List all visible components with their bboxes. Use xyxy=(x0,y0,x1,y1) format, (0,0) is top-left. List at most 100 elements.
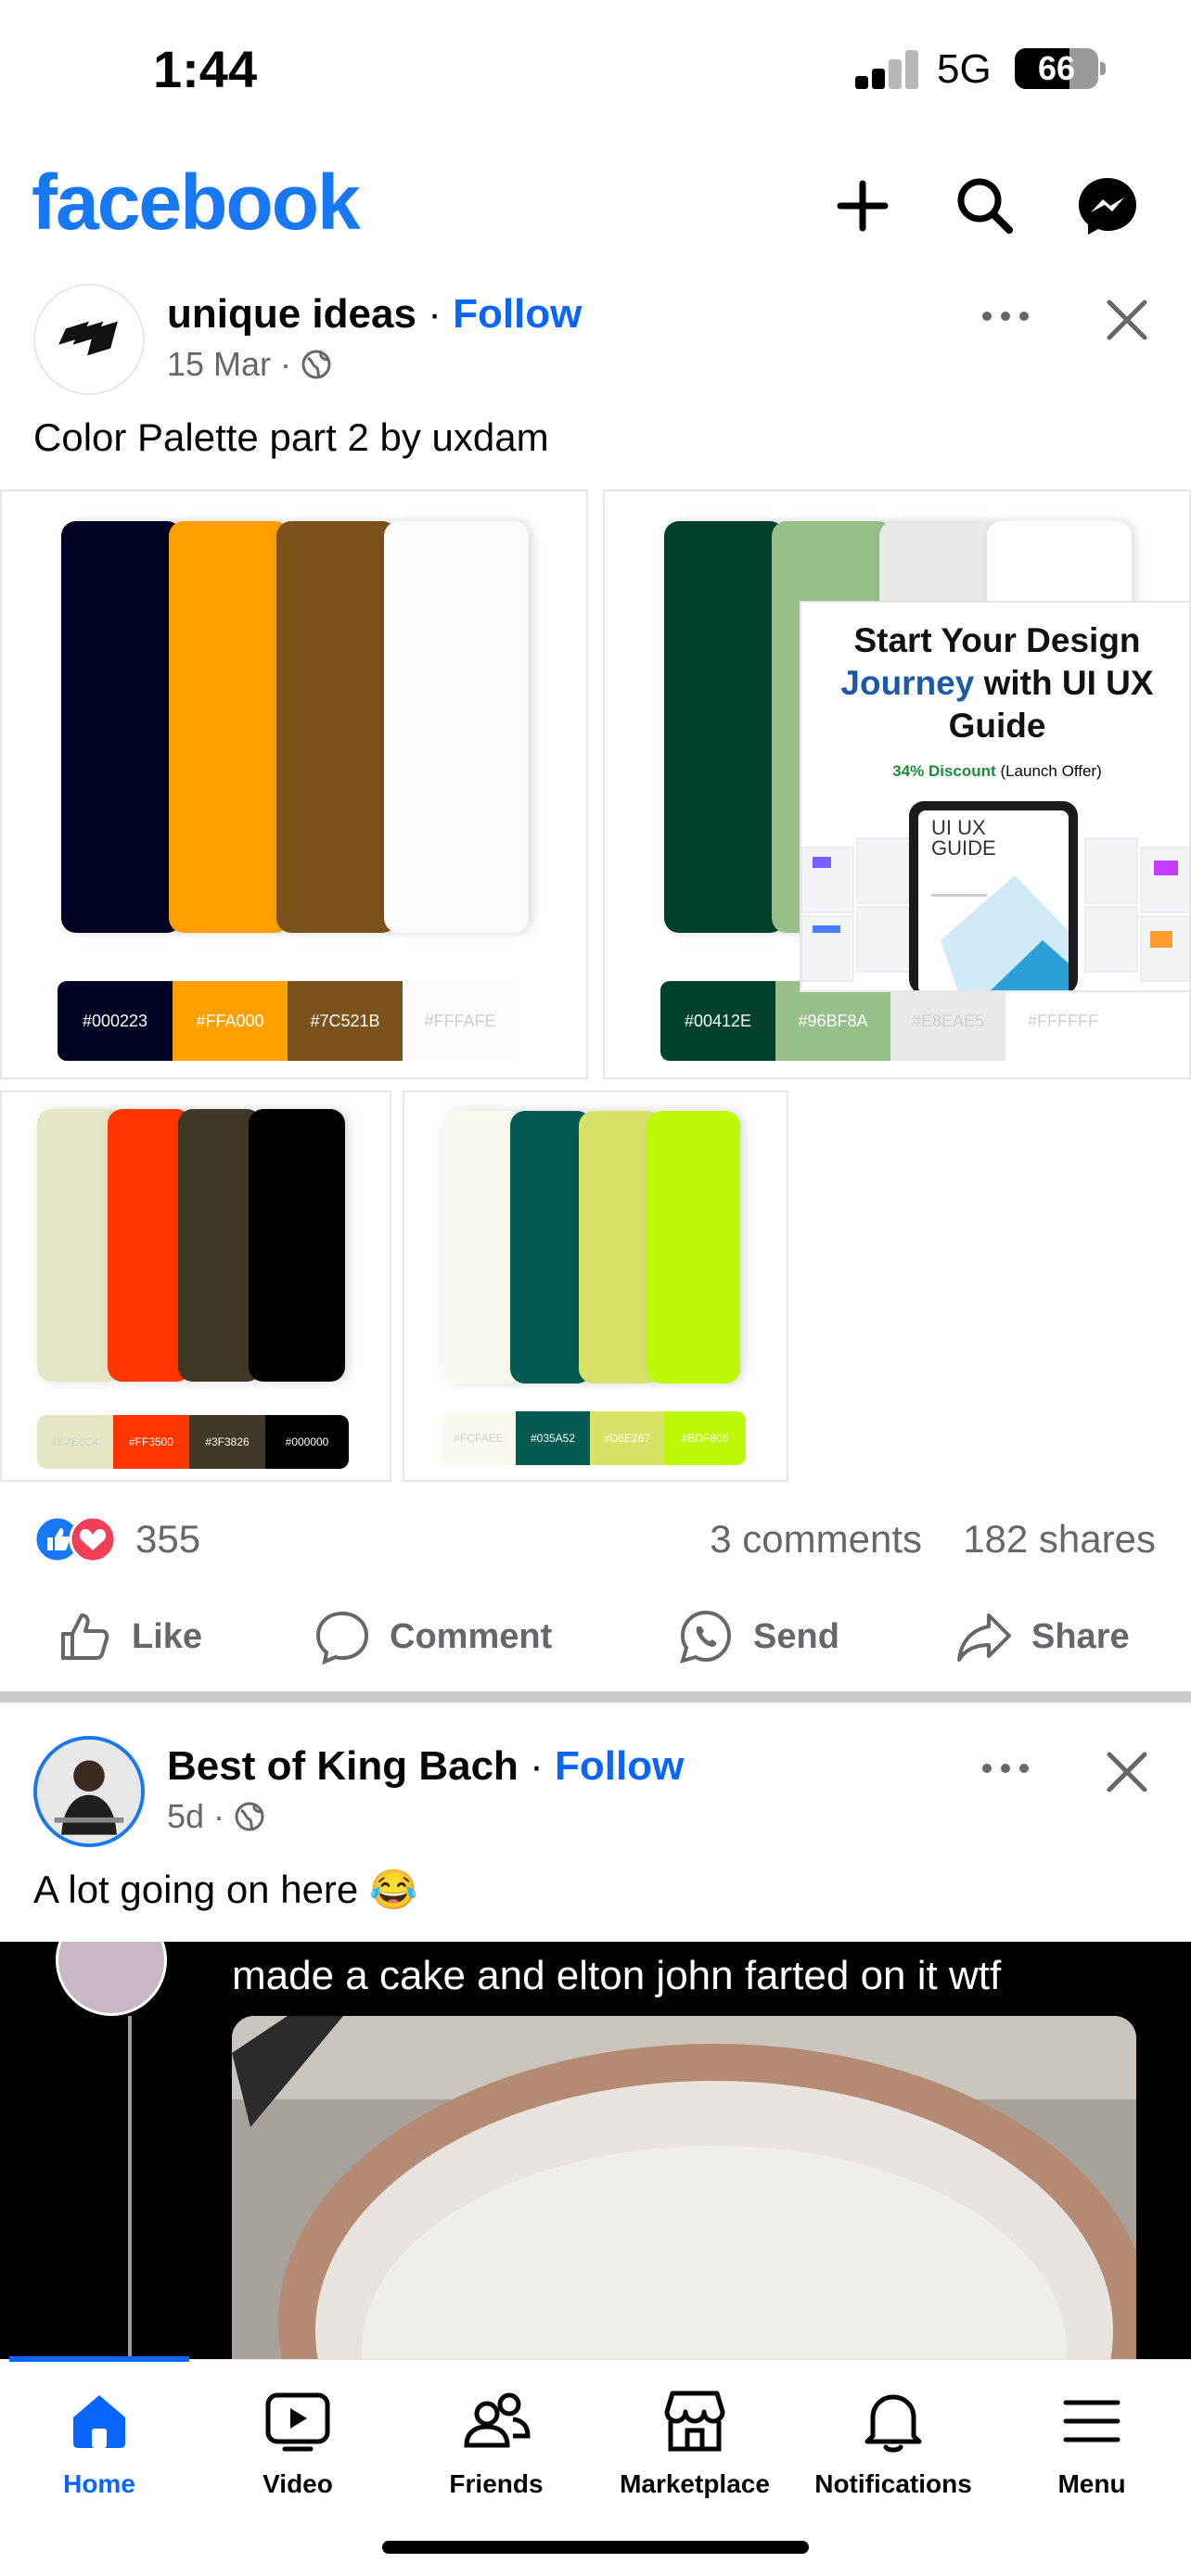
like-icon xyxy=(61,1613,109,1660)
facebook-logo[interactable]: facebook xyxy=(32,158,361,248)
marketplace-icon xyxy=(664,2391,725,2452)
ad-discount-value: 34% Discount xyxy=(892,762,996,780)
color-code: #000223 xyxy=(58,981,173,1061)
ad-title-highlight: Journey xyxy=(840,664,975,702)
ad-title-line3: Guide xyxy=(948,707,1046,745)
palette-bar xyxy=(647,1111,740,1384)
messenger-icon[interactable] xyxy=(1070,169,1145,243)
post-meta: 15 Mar · xyxy=(167,345,332,384)
reactions-icon[interactable] xyxy=(33,1515,126,1563)
like-button[interactable]: Like xyxy=(56,1595,202,1678)
tab-home[interactable]: Home xyxy=(0,2386,198,2516)
unique-ideas-logo-icon xyxy=(58,321,118,356)
meta-dot: · xyxy=(213,1797,225,1835)
follow-button[interactable]: Follow xyxy=(453,291,582,337)
post-header: Best of King Bach · Follow 5d · xyxy=(0,1736,1191,1856)
status-time: 1:44 xyxy=(153,40,258,98)
reaction-count[interactable]: 355 xyxy=(135,1517,200,1562)
battery-icon: 66 xyxy=(1015,48,1098,89)
send-label: Send xyxy=(753,1616,839,1656)
color-code: #00412E xyxy=(660,981,775,1061)
active-tab-indicator xyxy=(9,2356,189,2362)
video-frame xyxy=(232,2016,1136,2359)
ui-ux-guide-ad-tile[interactable]: Start Your Design Journey with UI UX Gui… xyxy=(800,601,1191,992)
close-icon[interactable] xyxy=(1100,1745,1154,1799)
share-icon xyxy=(957,1613,1011,1662)
globe-icon xyxy=(301,350,331,379)
tab-marketplace[interactable]: Marketplace xyxy=(596,2386,794,2516)
network-type: 5G xyxy=(937,46,992,92)
ad-title-rest: with UI UX xyxy=(974,664,1154,702)
plus-icon[interactable] xyxy=(826,169,900,243)
color-code: #E8EAE5 xyxy=(890,981,1005,1061)
tab-notifications[interactable]: Notifications xyxy=(794,2386,992,2516)
more-options-icon[interactable] xyxy=(978,302,1033,330)
color-code: #D8E267 xyxy=(590,1411,664,1465)
home-indicator[interactable] xyxy=(382,2541,809,2554)
post-author[interactable]: Best of King Bach xyxy=(167,1743,519,1789)
palette-codes: #000223 #FFA000 #7C521B #FFFAFE xyxy=(58,981,518,1061)
palette-tile[interactable]: #E7E6C4 #FF3500 #3F3826 #000000 xyxy=(0,1090,391,1482)
post-caption: A lot going on here 😂 xyxy=(33,1868,418,1911)
tab-menu[interactable]: Menu xyxy=(992,2386,1191,2516)
post-date[interactable]: 5d xyxy=(167,1797,204,1836)
color-code: #FF3500 xyxy=(113,1415,189,1469)
shares-count[interactable]: 182 shares xyxy=(963,1517,1156,1562)
color-code: #FFA000 xyxy=(173,981,288,1061)
avatar[interactable] xyxy=(33,1736,145,1847)
color-code: #7C521B xyxy=(288,981,403,1061)
more-options-icon[interactable] xyxy=(978,1754,1033,1782)
color-code: #FFFAFE xyxy=(403,981,518,1061)
guide-pages-illustration xyxy=(801,801,1189,990)
meta-dot: · xyxy=(280,345,292,383)
color-code: #000000 xyxy=(265,1415,349,1469)
post-author-line: Best of King Bach · Follow xyxy=(167,1743,684,1790)
comments-count[interactable]: 3 comments xyxy=(710,1517,922,1562)
tab-video[interactable]: Video xyxy=(198,2386,397,2516)
palette-bars xyxy=(61,521,529,933)
post-date[interactable]: 15 Mar xyxy=(167,345,271,384)
ad-title-line2: Journey with UI UX xyxy=(801,662,1189,705)
tab-friends[interactable]: Friends xyxy=(397,2386,596,2516)
tablet-title-line2: GUIDE xyxy=(931,836,996,860)
palette-bar xyxy=(384,521,529,933)
friends-icon xyxy=(464,2392,531,2448)
color-code: #E7E6C4 xyxy=(37,1415,113,1469)
tablet-title: UI UX GUIDE xyxy=(931,818,996,859)
tab-label: Home xyxy=(63,2469,135,2498)
tab-label: Marketplace xyxy=(620,2469,770,2498)
whatsapp-icon xyxy=(680,1610,732,1664)
palette-codes: #E7E6C4 #FF3500 #3F3826 #000000 xyxy=(37,1415,349,1469)
post-caption: Color Palette part 2 by uxdam xyxy=(33,415,549,459)
color-code: #96BF8A xyxy=(775,981,890,1061)
reactions-bar: 355 3 comments 182 shares xyxy=(0,1502,1191,1576)
color-code: #BDF806 xyxy=(664,1411,746,1465)
post-header: unique ideas · Follow 15 Mar · xyxy=(0,284,1191,404)
tablet-title-line1: UI UX xyxy=(931,816,986,839)
color-code: #FCFAEE xyxy=(442,1411,516,1465)
palette-tile[interactable]: #000223 #FFA000 #7C521B #FFFAFE xyxy=(0,490,588,1079)
send-button[interactable]: Send xyxy=(677,1595,839,1678)
post-author-line: unique ideas · Follow xyxy=(167,291,582,338)
feed-divider xyxy=(0,1691,1191,1702)
battery-level: 66 xyxy=(1037,49,1076,87)
post-author[interactable]: unique ideas xyxy=(167,291,416,337)
search-icon[interactable] xyxy=(948,169,1022,243)
tab-label: Notifications xyxy=(814,2469,972,2498)
close-icon[interactable] xyxy=(1100,293,1154,347)
video-creator-avatar xyxy=(56,1942,167,2016)
post-actions: Like Comment Send Share xyxy=(0,1595,1191,1678)
video-player[interactable]: made a cake and elton john farted on it … xyxy=(0,1942,1191,2359)
color-code: #FFFFFF xyxy=(1005,981,1121,1061)
share-button[interactable]: Share xyxy=(955,1595,1130,1678)
palette-codes: #00412E #96BF8A #E8EAE5 #FFFFFF xyxy=(660,981,1121,1061)
ad-discount: 34% Discount (Launch Offer) xyxy=(801,762,1189,781)
bell-icon xyxy=(864,2394,922,2453)
palette-tile[interactable]: #FCFAEE #035A52 #D8E267 #BDF806 xyxy=(403,1090,788,1482)
follow-button[interactable]: Follow xyxy=(555,1743,684,1789)
palette-bar xyxy=(169,521,289,933)
video-thread-line xyxy=(128,2016,132,2359)
comment-button[interactable]: Comment xyxy=(314,1595,552,1678)
home-icon xyxy=(73,2395,125,2448)
avatar[interactable] xyxy=(33,284,145,395)
